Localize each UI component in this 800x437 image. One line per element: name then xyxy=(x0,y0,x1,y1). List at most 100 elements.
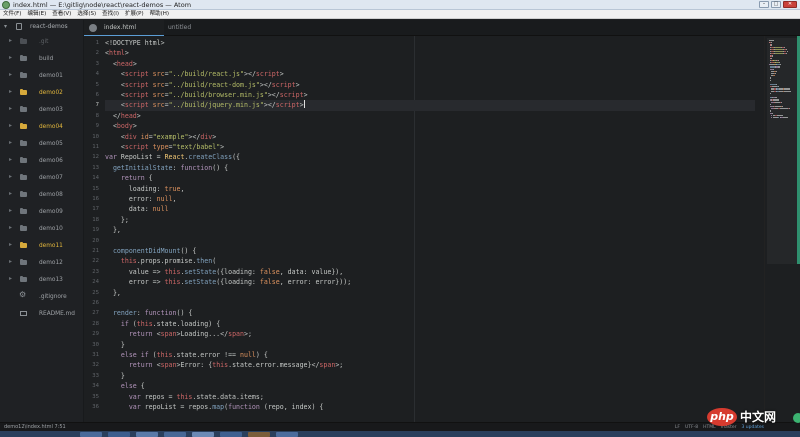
line-number[interactable]: 8 xyxy=(84,111,99,121)
menu-file[interactable]: 文件(F) xyxy=(3,10,21,18)
minimize-button[interactable]: – xyxy=(759,1,769,8)
code-line[interactable]: }, xyxy=(105,288,121,298)
line-number[interactable]: 5 xyxy=(84,80,99,90)
code-line[interactable]: error: null, xyxy=(105,194,177,204)
code-line[interactable]: }; xyxy=(105,215,129,225)
code-line[interactable]: <html> xyxy=(105,48,129,58)
code-line[interactable]: var repoList = repos.map(function (repo,… xyxy=(105,402,324,412)
taskbar-app[interactable] xyxy=(220,432,242,437)
code-line[interactable]: var repos = this.state.data.items; xyxy=(105,392,264,402)
tree-item-file[interactable]: README.md xyxy=(0,306,84,322)
line-number[interactable]: 18 xyxy=(84,215,99,225)
line-number[interactable]: 13 xyxy=(84,163,99,173)
code-line[interactable]: data: null xyxy=(105,204,169,214)
line-number[interactable]: 27 xyxy=(84,308,99,318)
line-number[interactable]: 23 xyxy=(84,267,99,277)
line-number[interactable]: 34 xyxy=(84,381,99,391)
tab-untitled[interactable]: untitled xyxy=(164,20,224,36)
line-number[interactable]: 4 xyxy=(84,69,99,79)
code-line[interactable]: }, xyxy=(105,225,121,235)
menu-selection[interactable]: 选择(S) xyxy=(77,10,96,18)
line-number[interactable]: 6 xyxy=(84,90,99,100)
line-number[interactable]: 1 xyxy=(84,38,99,48)
taskbar-app[interactable] xyxy=(276,432,298,437)
line-number[interactable]: 35 xyxy=(84,392,99,402)
tree-item-folder[interactable]: ▸ demo07 xyxy=(0,170,84,186)
tab-index-html[interactable]: index.html xyxy=(84,20,164,36)
line-number[interactable]: 29 xyxy=(84,329,99,339)
code-line[interactable]: <script src="../build/browser.min.js"></… xyxy=(105,90,308,100)
tree-item-folder[interactable]: ▸ demo08 xyxy=(0,187,84,203)
line-number[interactable]: 2 xyxy=(84,48,99,58)
line-number[interactable]: 36 xyxy=(84,402,99,412)
taskbar-app[interactable] xyxy=(248,432,270,437)
menu-find[interactable]: 查找(I) xyxy=(102,10,119,18)
line-number[interactable]: 28 xyxy=(84,319,99,329)
line-number[interactable]: 12 xyxy=(84,152,99,162)
line-number[interactable]: 9 xyxy=(84,121,99,131)
code-line[interactable]: <head> xyxy=(105,59,137,69)
line-number[interactable]: 3 xyxy=(84,59,99,69)
line-number[interactable]: 19 xyxy=(84,225,99,235)
tree-item-folder[interactable]: ▸ demo10 xyxy=(0,221,84,237)
line-number[interactable]: 10 xyxy=(84,132,99,142)
code-line[interactable]: value => this.setState({loading: false, … xyxy=(105,267,343,277)
line-number[interactable]: 32 xyxy=(84,360,99,370)
code-line[interactable]: loading: true, xyxy=(105,184,185,194)
tree-item-folder[interactable]: ▸ demo12 xyxy=(0,255,84,271)
tree-item-folder[interactable]: ▸ build xyxy=(0,51,84,67)
code-editor[interactable]: 1 2 3 4 5 6 7 8 9 10 11 12 13 14 15 16 17 18 19 20 21 22 23 24 2… xyxy=(84,36,764,422)
line-number[interactable]: 24 xyxy=(84,277,99,287)
code-line[interactable]: render: function() { xyxy=(105,308,192,318)
code-line[interactable]: <div id="example"></div> xyxy=(105,132,216,142)
line-number[interactable]: 25 xyxy=(84,288,99,298)
code-line[interactable]: return <span>Error: {this.state.error.me… xyxy=(105,360,343,370)
code-line[interactable]: <body> xyxy=(105,121,137,131)
code-line[interactable]: } xyxy=(105,340,125,350)
tree-item-file[interactable]: ⚙ .gitignore xyxy=(0,289,84,305)
taskbar-app[interactable] xyxy=(80,432,102,437)
minimap[interactable] xyxy=(764,36,800,422)
taskbar-app[interactable] xyxy=(136,432,158,437)
code-line[interactable]: var RepoList = React.createClass({ xyxy=(105,152,240,162)
tree-item-folder[interactable]: ▸ demo06 xyxy=(0,153,84,169)
code-line[interactable]: else if (this.state.error !== null) { xyxy=(105,350,268,360)
code-line[interactable]: <script src="../build/react.js"></script… xyxy=(105,69,284,79)
taskbar-app[interactable] xyxy=(192,432,214,437)
tree-item-folder[interactable]: ▸ demo09 xyxy=(0,204,84,220)
line-number[interactable]: 33 xyxy=(84,371,99,381)
code-line[interactable]: componentDidMount() { xyxy=(105,246,196,256)
code-line[interactable]: getInitialState: function() { xyxy=(105,163,228,173)
code-line[interactable]: } xyxy=(105,371,125,381)
tree-item-folder[interactable]: ▸ demo02 xyxy=(0,85,84,101)
line-number[interactable]: 21 xyxy=(84,246,99,256)
tree-item-folder[interactable]: ▸ .git xyxy=(0,34,84,50)
line-number[interactable]: 22 xyxy=(84,256,99,266)
line-number[interactable]: 7 xyxy=(84,100,99,110)
line-number[interactable]: 14 xyxy=(84,173,99,183)
tree-item-folder[interactable]: ▸ demo04 xyxy=(0,119,84,135)
code-line[interactable]: this.props.promise.then( xyxy=(105,256,216,266)
tree-item-folder[interactable]: ▸ demo11 xyxy=(0,238,84,254)
code-line[interactable]: </head> xyxy=(105,111,141,121)
tree-item-folder[interactable]: ▸ demo13 xyxy=(0,272,84,288)
maximize-button[interactable]: □ xyxy=(771,1,781,8)
line-number[interactable]: 11 xyxy=(84,142,99,152)
line-number[interactable]: 26 xyxy=(84,298,99,308)
taskbar-app[interactable] xyxy=(108,432,130,437)
menu-view[interactable]: 查看(V) xyxy=(52,10,71,18)
code-line[interactable]: <!DOCTYPE html> xyxy=(105,38,165,48)
line-number[interactable]: 16 xyxy=(84,194,99,204)
tree-item-folder[interactable]: ▸ demo01 xyxy=(0,68,84,84)
code-line[interactable]: return { xyxy=(105,173,153,183)
line-number[interactable]: 17 xyxy=(84,204,99,214)
code-line[interactable]: return <span>Loading...</span>; xyxy=(105,329,252,339)
taskbar-app[interactable] xyxy=(164,432,186,437)
code-line[interactable]: error => this.setState({loading: false, … xyxy=(105,277,351,287)
code-line[interactable]: else { xyxy=(105,381,145,391)
line-number[interactable]: 15 xyxy=(84,184,99,194)
tree-item-folder[interactable]: ▸ demo03 xyxy=(0,102,84,118)
menu-packages[interactable]: 扩展(P) xyxy=(125,10,144,18)
code-line[interactable]: if (this.state.loading) { xyxy=(105,319,220,329)
code-line[interactable]: <script src="../build/jquery.min.js"></s… xyxy=(105,100,755,111)
